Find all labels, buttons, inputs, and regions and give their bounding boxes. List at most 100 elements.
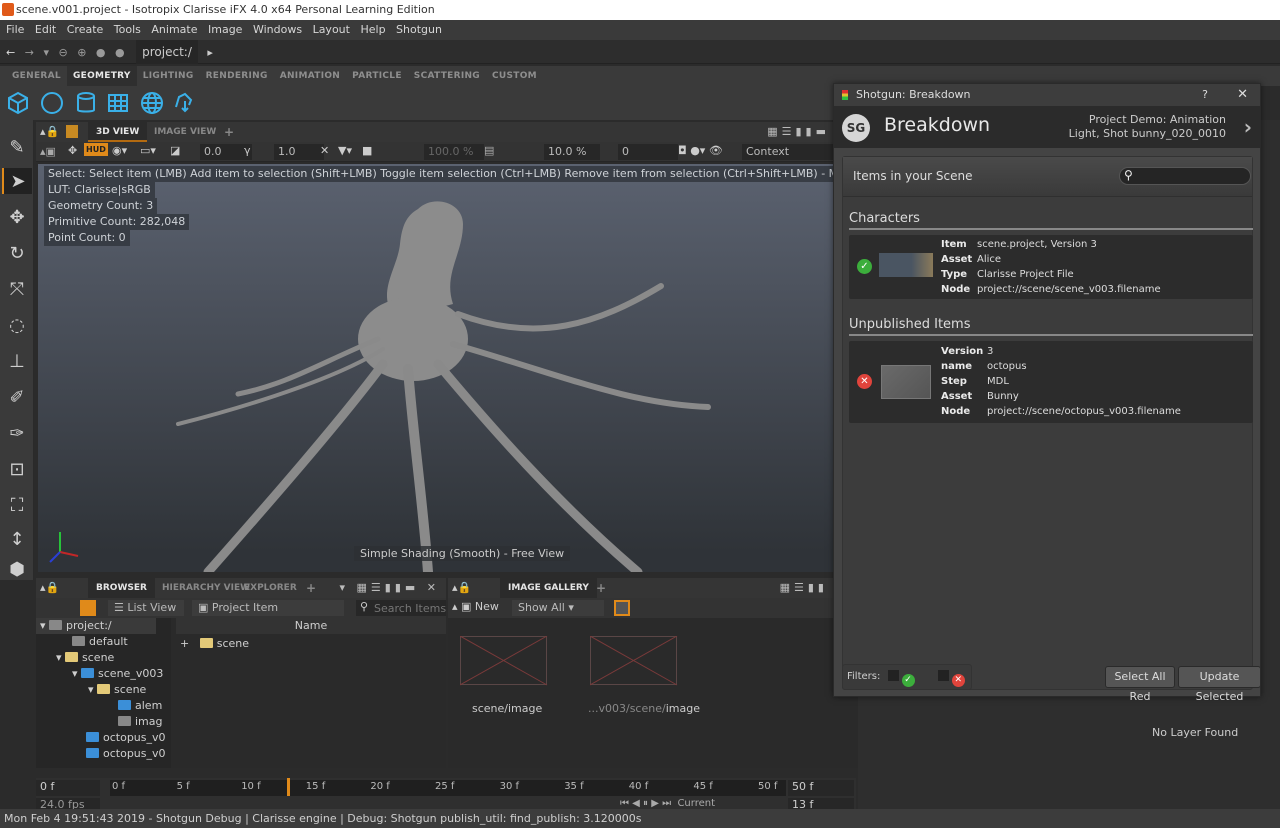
tree-item-scene-v003[interactable]: ▾ scene_v003	[72, 666, 163, 682]
list-item-scene[interactable]: + scene	[180, 636, 249, 652]
filter-ok-checkbox[interactable]	[887, 670, 899, 681]
new-image-button[interactable]: ▴ ▣ New	[452, 600, 499, 613]
tree-item-scene[interactable]: ▾ scene	[56, 650, 114, 666]
menu-shotgun[interactable]: Shotgun	[396, 23, 442, 36]
tree-item-project[interactable]: ▾ project:/	[40, 618, 112, 634]
menu-file[interactable]: File	[6, 23, 24, 36]
export-icon[interactable]	[66, 125, 78, 138]
size-field[interactable]: 10.0 %	[544, 144, 600, 160]
gamma-field[interactable]: 1.0	[274, 144, 324, 160]
gamma-icon[interactable]: γ	[244, 144, 251, 157]
shelf-tab-lighting[interactable]: LIGHTING	[137, 66, 200, 86]
select-arrow-icon[interactable]: ➤	[2, 168, 32, 194]
shelf-tab-custom[interactable]: CUSTOM	[486, 66, 543, 86]
display-icon[interactable]: ▭▾	[140, 144, 156, 157]
camera-icon[interactable]: ■	[362, 144, 372, 157]
shelf-tab-animation[interactable]: ANIMATION	[274, 66, 346, 86]
gallery-thumb-1[interactable]	[460, 636, 548, 686]
help-button[interactable]: ?	[1202, 84, 1208, 106]
tree-item-image[interactable]: imag	[118, 714, 163, 730]
close-button[interactable]: ✕	[1237, 84, 1248, 106]
gallery-lock-icon[interactable]: ▴🔒	[452, 581, 471, 594]
tab-image-gallery[interactable]: IMAGE GALLERY	[500, 578, 597, 598]
shelf-tab-rendering[interactable]: RENDERING	[200, 66, 274, 86]
crosshair-icon[interactable]: ✥	[68, 144, 77, 157]
cube-icon[interactable]	[6, 91, 30, 115]
menu-create[interactable]: Create	[67, 23, 104, 36]
history-dropdown-icon[interactable]: ▾	[43, 41, 49, 65]
tree-item-default[interactable]: default	[72, 634, 128, 650]
shelf-tab-general[interactable]: GENERAL	[6, 66, 67, 86]
color-swatch-icon[interactable]: ⬢	[4, 556, 30, 582]
undo-icon[interactable]: ⊖	[58, 41, 67, 65]
frame-field[interactable]: 0	[618, 144, 678, 160]
redo-icon[interactable]: ⊕	[77, 41, 86, 65]
shelf-tab-scattering[interactable]: SCATTERING	[408, 66, 486, 86]
timeline-ruler[interactable]: 0 f 5 f 10 f 15 f 20 f 25 f 30 f 35 f 40 f 45 f 50…	[110, 780, 786, 796]
add-tab-button[interactable]: +	[216, 122, 242, 142]
tab-explorer[interactable]: EXPLORER	[236, 578, 305, 598]
breakdown-item-card[interactable]: ✓ Item scene.project, Version 3 Asset Alic…	[849, 235, 1253, 299]
film-icon[interactable]: ▤	[484, 144, 494, 157]
stamp-icon[interactable]: ⊥	[4, 348, 30, 374]
zoom-field[interactable]: 100.0 %	[424, 144, 484, 160]
context-expand-chevron-icon[interactable]: ›	[1244, 115, 1252, 139]
move-icon[interactable]: ✥	[4, 204, 30, 230]
menu-edit[interactable]: Edit	[35, 23, 56, 36]
measure-icon[interactable]: ↕	[4, 526, 30, 552]
info-icon[interactable]: ●	[115, 41, 125, 65]
gallery-add-tab-button[interactable]: +	[588, 578, 614, 598]
scene-search-input[interactable]: ⚲	[1119, 167, 1251, 185]
path-expand-icon[interactable]: ▸	[207, 41, 213, 65]
region-zoom-icon[interactable]: ⊡	[4, 456, 30, 482]
sync-icon[interactable]: ●	[96, 41, 106, 65]
view-mode-dropdown[interactable]: ☰ List View ▾	[108, 600, 184, 630]
shelf-tab-geometry[interactable]: GEOMETRY	[66, 66, 137, 86]
show-filter-dropdown[interactable]: Show All ▾	[512, 600, 604, 616]
grid-icon[interactable]	[106, 91, 130, 115]
scale-icon[interactable]: ⤧	[4, 276, 30, 302]
tab-image-view[interactable]: IMAGE VIEW	[146, 122, 224, 142]
sphere-icon[interactable]	[40, 91, 64, 115]
tree-item-scene-sub[interactable]: ▾ scene	[88, 682, 146, 698]
hud-toggle[interactable]: HUD	[84, 143, 108, 156]
tree-item-octopus-2[interactable]: octopus_v0	[86, 746, 166, 762]
shelf-tab-particle[interactable]: PARTICLE	[346, 66, 408, 86]
browser-layout-buttons[interactable]: ▾ ▦☰▮▮▬ ✕	[340, 581, 441, 594]
search-items-input[interactable]	[356, 600, 446, 616]
select-all-red-button[interactable]: Select All Red	[1105, 666, 1175, 703]
back-arrow-icon[interactable]: ←	[6, 41, 15, 65]
tools-icon[interactable]: ✕	[320, 144, 329, 157]
item-type-dropdown[interactable]: ▣ Project Item	[192, 600, 344, 616]
forward-arrow-icon[interactable]: →	[25, 41, 34, 65]
gallery-layout-buttons[interactable]: ▦☰▮▮	[780, 581, 828, 594]
filter-icon[interactable]: ▼▾	[338, 144, 352, 157]
save-view-icon[interactable]: ▴▣	[40, 145, 56, 158]
breakdown-item-card[interactable]: ✕ Version 3 name octopus Step MDL Asset Bunn…	[849, 341, 1253, 423]
playhead[interactable]	[287, 778, 290, 796]
image-toggle-icon[interactable]	[614, 600, 630, 616]
path-field[interactable]: project:/	[136, 40, 198, 64]
rotate-icon[interactable]: ↻	[4, 240, 30, 266]
tree-item-octopus-1[interactable]: octopus_v0	[86, 730, 166, 746]
import-icon[interactable]	[172, 91, 196, 115]
exposure-icon[interactable]: ◪	[170, 144, 180, 157]
3d-viewport[interactable]: Select: Select item (LMB) Add item to se…	[38, 164, 836, 572]
menu-layout[interactable]: Layout	[313, 23, 350, 36]
tab-browser[interactable]: BROWSER	[88, 578, 155, 598]
menu-windows[interactable]: Windows	[253, 23, 302, 36]
name-column-header[interactable]: Name	[176, 618, 446, 634]
scatter-brush-icon[interactable]: ✐	[4, 384, 30, 410]
timeline-end-field[interactable]: 50 f	[788, 780, 854, 796]
material-icon[interactable]: ◘ ●▾ 👁	[678, 144, 723, 157]
update-selected-button[interactable]: Update Selected	[1178, 666, 1261, 703]
menu-animate[interactable]: Animate	[151, 23, 197, 36]
playback-controls[interactable]: ⏮ ◀ ⏸ ▶ ⏭ Current	[620, 798, 715, 809]
cylinder-icon[interactable]	[74, 91, 98, 115]
globe-icon[interactable]	[140, 91, 164, 115]
timeline-start-field[interactable]: 0 f	[36, 780, 100, 796]
list-brush-icon[interactable]: ✑	[4, 420, 30, 446]
filter-error-checkbox[interactable]	[937, 670, 949, 681]
lock-icon[interactable]: ▴🔒	[40, 125, 59, 138]
shading-mode-icon[interactable]: ◉▾	[112, 144, 127, 157]
